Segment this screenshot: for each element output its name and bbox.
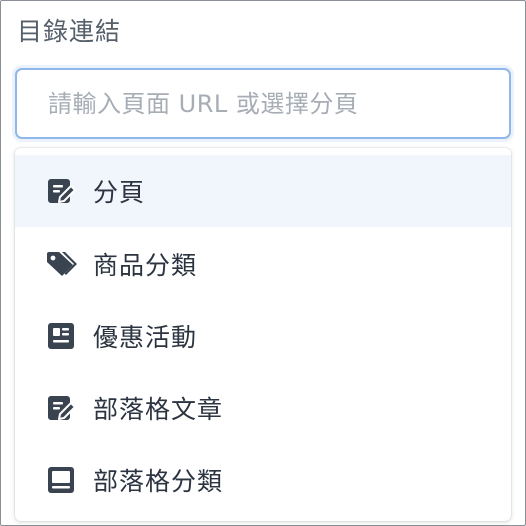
- url-input[interactable]: [15, 68, 511, 139]
- link-field-panel: 目錄連結 分頁 商品分類: [0, 0, 526, 526]
- option-label: 部落格分類: [93, 467, 224, 496]
- option-label: 分頁: [93, 178, 146, 207]
- option-blog-post[interactable]: 部落格文章: [15, 372, 511, 444]
- option-label: 優惠活動: [93, 323, 198, 352]
- option-blog-category[interactable]: 部落格分類: [15, 444, 511, 516]
- blog-category-icon: [45, 464, 77, 496]
- option-label: 商品分類: [93, 251, 198, 280]
- edit-page-icon: [45, 175, 77, 207]
- promotion-card-icon: [45, 320, 77, 352]
- link-type-dropdown: 分頁 商品分類 優惠活動 部落格文章 部落格分類: [15, 148, 511, 521]
- option-product-category[interactable]: 商品分類: [15, 228, 511, 300]
- field-label: 目錄連結: [17, 17, 122, 46]
- edit-page-icon: [45, 392, 77, 424]
- tags-icon: [45, 248, 77, 280]
- option-label: 部落格文章: [93, 395, 224, 424]
- option-page[interactable]: 分頁: [15, 155, 511, 227]
- option-promotion[interactable]: 優惠活動: [15, 300, 511, 372]
